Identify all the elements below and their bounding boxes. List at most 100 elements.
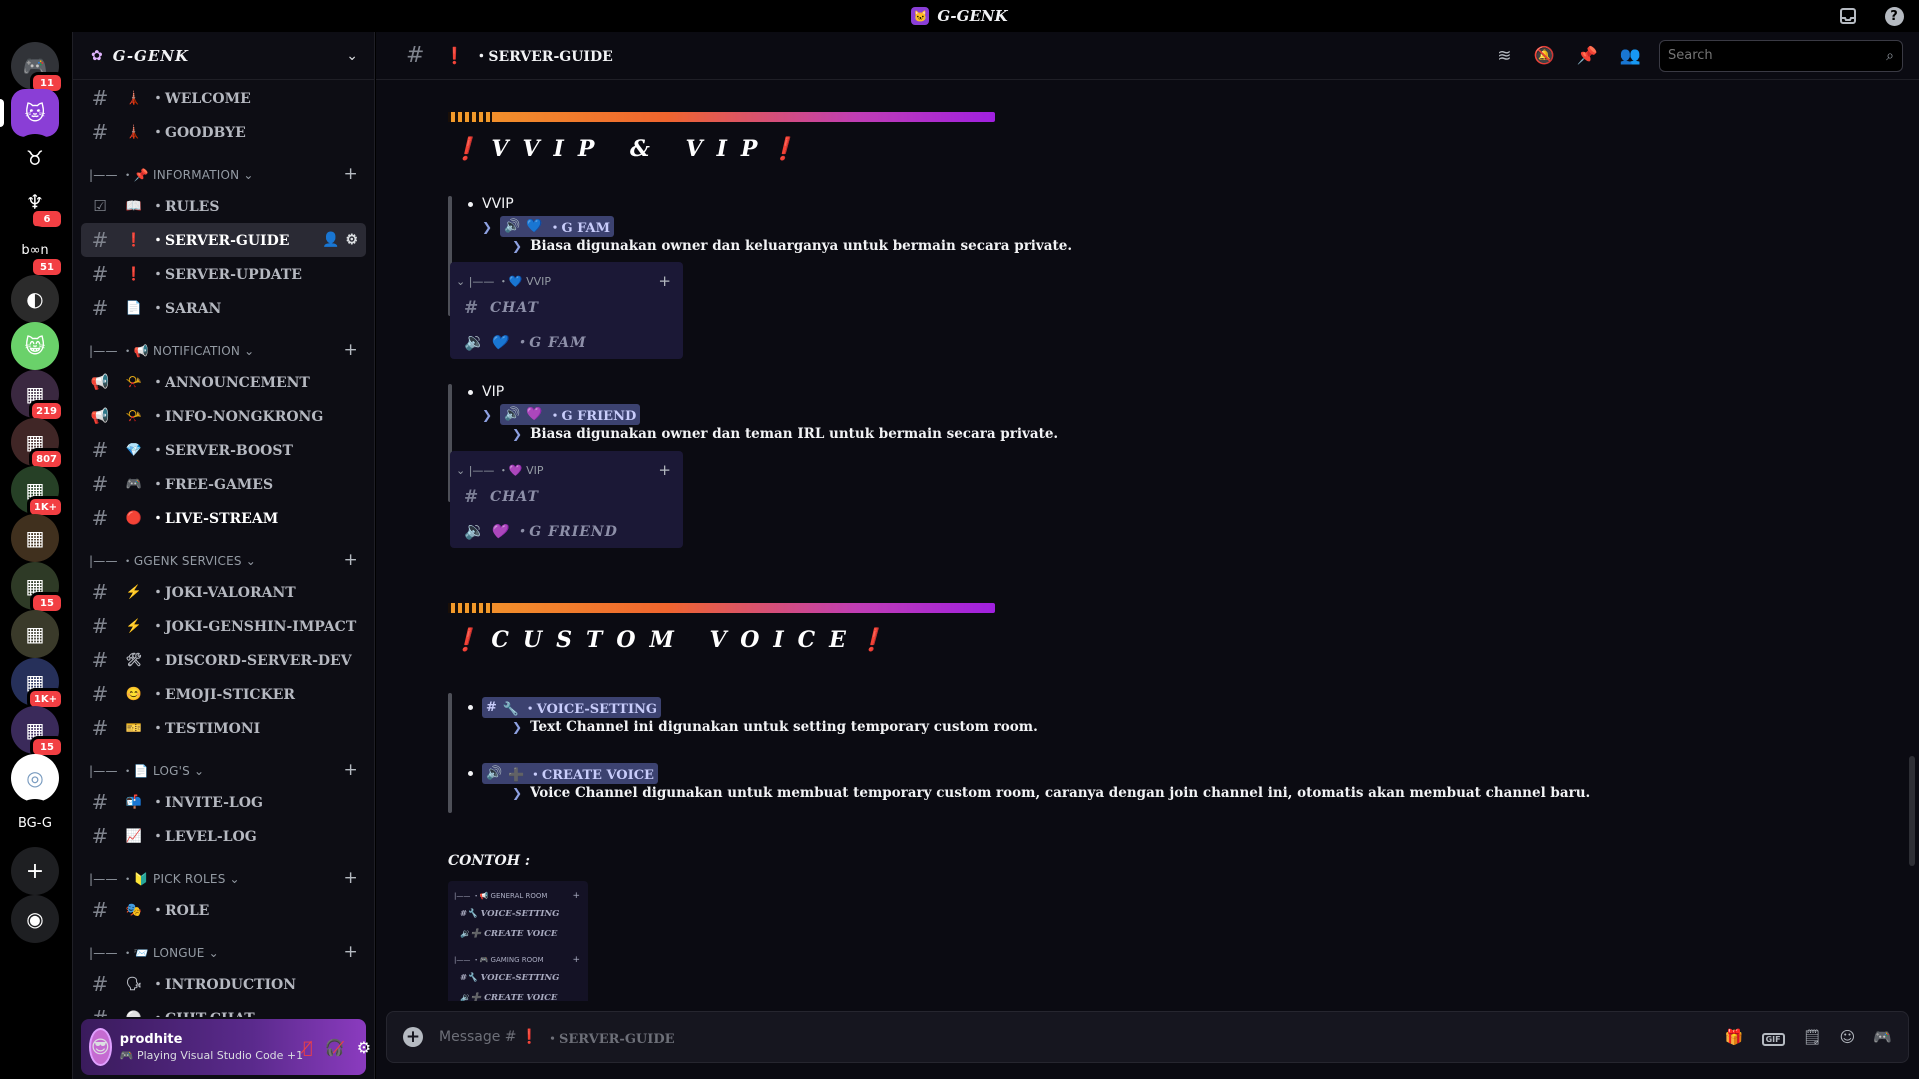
channel-item[interactable]: # ⚪ ・CHIT-CHAT xyxy=(81,1001,366,1017)
sticker-icon[interactable]: 🗒 xyxy=(1803,1028,1822,1046)
channel-mention-voice-setting[interactable]: # 🔧 ・VOICE-SETTING xyxy=(482,697,662,718)
deafen-icon[interactable]: 🎧̸ xyxy=(325,1038,345,1057)
channel-mention-create-voice[interactable]: 🔊 ➕ ・CREATE VOICE xyxy=(482,763,658,784)
avatar[interactable]: 😎 xyxy=(89,1028,112,1066)
create-channel-plus-icon[interactable]: + xyxy=(344,760,358,780)
server-icon-folder-7[interactable]: ▦ 1K+ xyxy=(11,658,64,710)
server-icon-server-7[interactable]: 😸 xyxy=(11,322,59,370)
member-list-icon[interactable]: 👥 xyxy=(1620,46,1641,66)
example-image[interactable]: |—— ・📢 GENERAL ROOM + #🔧 VOICE-SETTING 🔉➕… xyxy=(448,881,588,1001)
category-header[interactable]: |—— ・📌 INFORMATION ⌄ + xyxy=(81,163,366,185)
category-header[interactable]: |—— ・📢 NOTIFICATION ⌄ + xyxy=(81,339,366,361)
plus-icon: + xyxy=(658,272,671,290)
speaker-icon: 🔊 xyxy=(486,766,503,781)
gif-icon[interactable]: GIF xyxy=(1761,1028,1785,1046)
add-server-icon[interactable]: + xyxy=(11,847,59,895)
category-header[interactable]: |—— ・🔰 PICK ROLES ⌄ + xyxy=(81,867,366,889)
server-icon-folder-1[interactable]: ▦ 219 xyxy=(11,370,64,422)
channel-mention-gfriend[interactable]: 🔊 💜 ・G FRIEND xyxy=(500,404,641,425)
channel-item[interactable]: # 🗼 ・GOODBYE xyxy=(81,115,366,149)
channel-label: ・SERVER-GUIDE xyxy=(151,233,290,249)
create-channel-plus-icon[interactable]: + xyxy=(344,868,358,888)
server-icon-server-ids[interactable]: ◎ xyxy=(11,754,59,802)
category-label: |—— ・📌 INFORMATION ⌄ xyxy=(89,167,254,182)
chevron-down-icon[interactable]: ⌄ xyxy=(346,48,358,64)
channel-settings-gear-icon[interactable]: ⚙ xyxy=(345,232,358,248)
add-attachment-icon[interactable]: + xyxy=(403,1027,423,1047)
channel-label: ・GOODBYE xyxy=(151,125,246,141)
channel-item[interactable]: # 📄 ・SARAN xyxy=(81,291,366,325)
search-box[interactable]: ⌕ xyxy=(1659,39,1903,72)
channel-item[interactable]: 📢 📯 ・INFO-NONGKRONG xyxy=(81,399,366,433)
scrollbar-thumb[interactable] xyxy=(1909,756,1915,866)
category-header[interactable]: |—— ・📄 LOG'S ⌄ + xyxy=(81,759,366,781)
section-title-custom-voice: ❗ CUSTOM VOICE❗ xyxy=(452,627,886,653)
channel-item[interactable]: # 🛠 ・DISCORD-SERVER-DEV xyxy=(81,643,366,677)
search-input[interactable] xyxy=(1668,48,1887,63)
settings-gear-icon[interactable]: ⚙ xyxy=(357,1038,371,1057)
channel-item[interactable]: # 🎫 ・TESTIMONI xyxy=(81,711,366,745)
server-icon-folder-2[interactable]: ▦ 807 xyxy=(11,418,64,470)
create-channel-plus-icon[interactable]: + xyxy=(344,164,358,184)
username[interactable]: prodhite xyxy=(120,1032,303,1047)
hash-icon: # xyxy=(91,614,109,638)
message-input[interactable]: Message # ❗ ・SERVER-GUIDE xyxy=(439,1028,675,1047)
server-icon-folder-6[interactable]: ▦ xyxy=(11,610,59,658)
message-content: ❗ VVIP & VIP❗ VVIP ❯ 🔊 💙 ・G FAM ❯ Biasa d… xyxy=(376,81,1919,1001)
channel-emoji: 🗣 xyxy=(125,976,143,992)
server-icon-folder-4[interactable]: ▦ xyxy=(11,514,59,562)
server-icon-folder-3[interactable]: ▦ 1K+ xyxy=(11,466,64,518)
channel-item[interactable]: 📢 📯 ・ANNOUNCEMENT xyxy=(81,365,366,399)
channel-emoji: 📈 xyxy=(125,828,143,844)
category-header[interactable]: |—— ・GGENK SERVICES ⌄ + xyxy=(81,549,366,571)
threads-icon[interactable]: ≋ xyxy=(1497,46,1511,66)
server-icon-folder-5[interactable]: ▦ 15 xyxy=(11,562,64,614)
server-icon-server-bgg[interactable]: BG-G xyxy=(11,799,59,847)
mute-icon[interactable]: 🎙̸ xyxy=(303,1038,313,1057)
inbox-icon[interactable] xyxy=(1837,5,1859,27)
gift-icon[interactable]: 🎁 xyxy=(1725,1028,1744,1046)
speaker-icon: 🔉 xyxy=(464,521,487,541)
server-icon-server-4[interactable]: ♆ 6 xyxy=(11,178,64,230)
channel-item[interactable]: # ❗ ・SERVER-UPDATE xyxy=(81,257,366,291)
emoji-icon[interactable]: ☺ xyxy=(1840,1028,1856,1046)
create-channel-plus-icon[interactable]: + xyxy=(344,942,358,962)
channel-item[interactable]: ☑ 📖 ・RULES xyxy=(81,189,366,223)
message-composer[interactable]: + Message # ❗ ・SERVER-GUIDE 🎁 GIF 🗒 ☺ 🎮 xyxy=(386,1011,1909,1063)
arrow-icon: ❯ xyxy=(512,720,523,734)
channel-item[interactable]: # 🗣 ・INTRODUCTION xyxy=(81,967,366,1001)
create-channel-plus-icon[interactable]: + xyxy=(344,550,358,570)
channel-item[interactable]: # 🎮 ・FREE-GAMES xyxy=(81,467,366,501)
channel-item[interactable]: # 😊 ・EMOJI-STICKER xyxy=(81,677,366,711)
server-icon-direct-messages[interactable]: 🎮 11 xyxy=(11,42,64,94)
channel-item[interactable]: # 🗼 ・WELCOME xyxy=(81,81,366,115)
discover-icon[interactable]: ◉ xyxy=(11,895,59,943)
channel-item[interactable]: # 💎 ・SERVER-BOOST xyxy=(81,433,366,467)
channel-label: ・INTRODUCTION xyxy=(151,977,297,993)
vvip-desc-row: ❯ Biasa digunakan owner dan keluarganya … xyxy=(512,238,1073,254)
channel-item[interactable]: # 📈 ・LEVEL-LOG xyxy=(81,819,366,853)
server-icon-server-6[interactable]: ◐ xyxy=(11,275,59,323)
channel-item[interactable]: # 🎭 ・ROLE xyxy=(81,893,366,927)
help-icon[interactable]: ? xyxy=(1883,5,1905,27)
channel-item[interactable]: # 🔴 ・LIVE-STREAM xyxy=(81,501,366,535)
category-header[interactable]: |—— ・📨 LONGUE ⌄ + xyxy=(81,941,366,963)
pin-icon[interactable]: 📌 xyxy=(1577,46,1598,66)
category-preview-vvip: ⌄ |—— ・💙 VVIP + # CHAT 🔉 💙 ・G FAM xyxy=(450,262,683,359)
channel-item[interactable]: # ❗ ・SERVER-GUIDE 👤 ⚙ xyxy=(81,223,366,257)
server-icon-server-3[interactable]: ♉ xyxy=(11,134,59,182)
server-icon-server-5[interactable]: b∞n 51 xyxy=(11,226,64,278)
channel-item[interactable]: # ⚡ ・JOKI-VALORANT xyxy=(81,575,366,609)
notification-bell-off-icon[interactable]: 🔕 xyxy=(1533,46,1554,66)
channel-item[interactable]: # ⚡ ・JOKI-GENSHIN-IMPACT xyxy=(81,609,366,643)
server-icon-g-genk[interactable]: 🐱 xyxy=(11,89,59,137)
channel-emoji: 📖 xyxy=(125,198,143,214)
channel-mention-gfam[interactable]: 🔊 💙 ・G FAM xyxy=(500,216,615,237)
invite-icon[interactable]: 👤 xyxy=(322,232,339,248)
create-channel-plus-icon[interactable]: + xyxy=(344,340,358,360)
channel-item[interactable]: # 📬 ・INVITE-LOG xyxy=(81,785,366,819)
channel-emoji: ⚡ xyxy=(125,584,143,600)
server-icon-folder-8[interactable]: ▦ 15 xyxy=(11,706,64,758)
guild-header[interactable]: ✿ G-GENK ⌄ xyxy=(73,32,374,80)
apps-icon[interactable]: 🎮 xyxy=(1873,1028,1892,1046)
